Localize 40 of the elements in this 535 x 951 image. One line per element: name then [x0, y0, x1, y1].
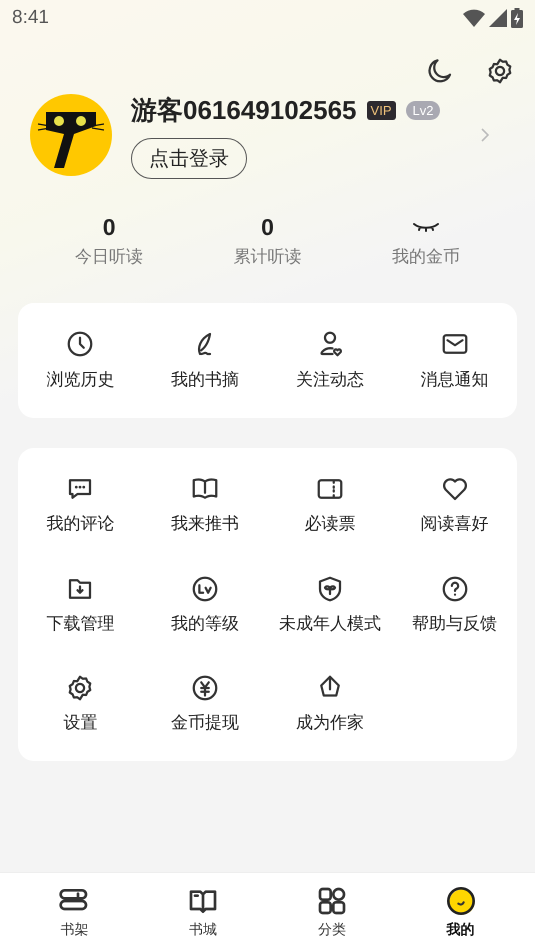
closed-eye-icon	[412, 221, 440, 233]
nav-tab[interactable]: 书城	[138, 873, 268, 951]
stat-label: 我的金币	[392, 246, 460, 268]
battery-icon	[511, 8, 523, 28]
nav-tab[interactable]: 我的	[396, 873, 525, 951]
stat-value: 0	[261, 212, 274, 242]
service-item[interactable]: 未成年人模式	[268, 574, 392, 636]
service-item[interactable]: 必读票	[268, 474, 392, 536]
signal-icon	[489, 9, 507, 27]
help-icon	[440, 574, 470, 604]
nav-tab[interactable]: 书架	[10, 873, 139, 951]
quick-link[interactable]: 关注动态	[268, 328, 392, 392]
stat-label: 累计听读	[233, 246, 302, 268]
quick-link[interactable]: 消息通知	[392, 328, 517, 392]
stat-label: 今日听读	[75, 246, 144, 268]
chevron-right-icon	[480, 127, 490, 143]
smiley-icon	[444, 884, 477, 916]
grid-icon	[316, 884, 348, 916]
status-time: 8:41	[12, 6, 49, 30]
service-item[interactable]: 我的评论	[18, 474, 143, 536]
service-item[interactable]: 成为作家	[268, 673, 392, 736]
user-name: 游客061649102565	[131, 94, 357, 127]
vip-badge: VIP	[366, 101, 396, 120]
service-item[interactable]: 我来推书	[142, 474, 268, 536]
service-item[interactable]: 金币提现	[142, 673, 268, 736]
service-item[interactable]: 下载管理	[18, 574, 143, 636]
coin-icon	[190, 673, 220, 703]
wifi-icon	[463, 9, 485, 27]
clock-icon	[65, 328, 96, 358]
level-icon	[190, 574, 220, 604]
service-item[interactable]: 设置	[18, 673, 143, 736]
level-badge: Lv2	[406, 101, 440, 120]
quick-link[interactable]: 浏览历史	[18, 328, 143, 392]
quick-link[interactable]: 我的书摘	[142, 328, 268, 392]
nav-tab[interactable]: 分类	[268, 873, 396, 951]
service-item[interactable]: 阅读喜好	[392, 474, 517, 536]
service-item[interactable]: 我的等级	[142, 574, 268, 636]
login-button[interactable]: 点击登录	[131, 138, 247, 179]
stat-value: 0	[102, 212, 116, 242]
service-item[interactable]: 帮助与反馈	[392, 574, 517, 636]
